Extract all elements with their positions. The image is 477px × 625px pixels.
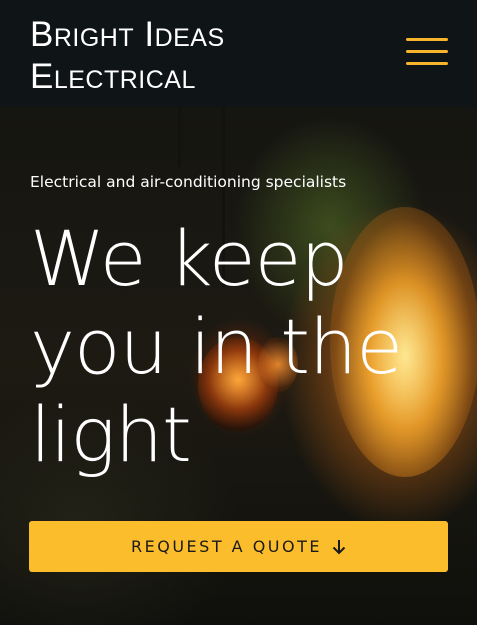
hero-subtitle: Electrical and air-conditioning speciali… <box>30 173 347 191</box>
site-header: Bright Ideas Electrical <box>0 0 477 107</box>
request-quote-label: REQUEST A QUOTE <box>131 537 322 556</box>
hero-section: Electrical and air-conditioning speciali… <box>0 107 477 625</box>
headline-line-2: you in the <box>30 303 450 391</box>
headline-line-1: We keep <box>30 214 349 303</box>
arrow-down-icon <box>332 539 346 555</box>
brand-line-2: Electrical <box>30 57 196 96</box>
headline-highlight: you <box>30 302 168 391</box>
brand-logo[interactable]: Bright Ideas Electrical <box>30 14 225 98</box>
decorative-wire <box>178 107 181 167</box>
request-quote-button[interactable]: REQUEST A QUOTE <box>29 521 448 572</box>
headline-line-3: light <box>30 390 192 479</box>
brand-line-1: Bright Ideas <box>30 15 225 54</box>
hamburger-menu-icon[interactable] <box>406 38 448 68</box>
hero-headline: We keep you in the light <box>30 215 450 479</box>
headline-line-2-rest: in the <box>166 302 403 391</box>
